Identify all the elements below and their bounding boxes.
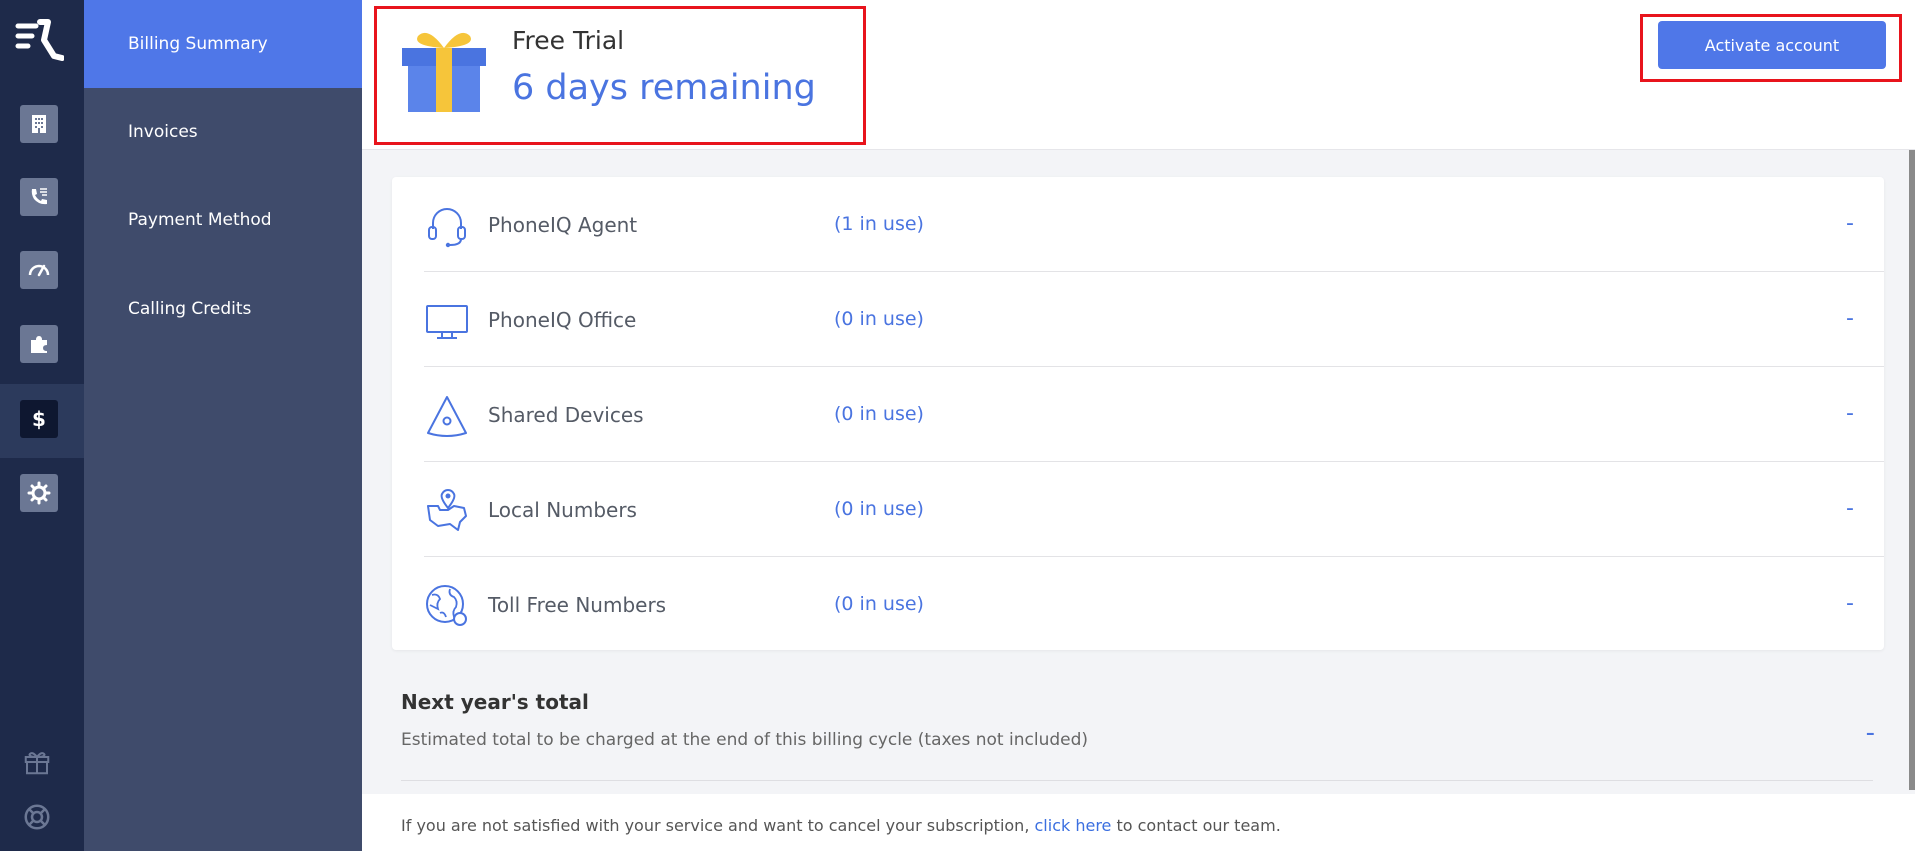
product-row: PhoneIQ Agent (1 in use) - [424, 177, 1884, 272]
product-price: - [1846, 211, 1854, 236]
divider [401, 780, 1873, 781]
logo-icon[interactable] [14, 18, 64, 66]
gift-box-icon [402, 32, 486, 112]
product-price: - [1846, 591, 1854, 616]
billing-subnav: Billing Summary Invoices Payment Method … [84, 0, 362, 851]
contact-team-link[interactable]: click here [1035, 816, 1112, 835]
product-row: Toll Free Numbers (0 in use) - [424, 557, 1884, 652]
subnav-item-invoices[interactable]: Invoices [84, 88, 362, 176]
product-row: Shared Devices (0 in use) - [424, 367, 1884, 462]
trial-title: Free Trial [512, 26, 625, 55]
subnav-item-payment-method[interactable]: Payment Method [84, 176, 362, 264]
product-usage: (0 in use) [834, 593, 924, 615]
product-price: - [1846, 496, 1854, 521]
total-value: - [1865, 718, 1875, 748]
total-title: Next year's total [401, 690, 589, 714]
globe-icon [426, 585, 467, 626]
product-name: PhoneIQ Office [488, 308, 637, 332]
footer-text-before: If you are not satisfied with your servi… [401, 816, 1035, 835]
product-row: PhoneIQ Office (0 in use) - [424, 272, 1884, 367]
scrollbar[interactable] [1909, 150, 1915, 790]
footer-text-after: to contact our team. [1111, 816, 1281, 835]
map-pin-icon [427, 488, 467, 531]
billing-header: Free Trial 6 days remaining Activate acc… [362, 0, 1915, 150]
dollar-icon[interactable]: $ [20, 400, 58, 438]
trial-days-remaining: 6 days remaining [512, 68, 816, 108]
products-card: PhoneIQ Agent (1 in use) - PhoneIQ Offic… [392, 177, 1884, 650]
cancel-footer: If you are not satisfied with your servi… [362, 794, 1915, 851]
svg-text:$: $ [32, 407, 46, 431]
monitor-icon [426, 305, 468, 339]
product-usage: (0 in use) [834, 498, 924, 520]
phone-list-icon[interactable] [20, 178, 58, 216]
lifebuoy-icon[interactable] [20, 800, 54, 834]
conference-phone-icon [427, 396, 467, 437]
billing-content: PhoneIQ Agent (1 in use) - PhoneIQ Offic… [362, 150, 1915, 851]
product-price: - [1846, 306, 1854, 331]
product-row: Local Numbers (0 in use) - [424, 462, 1884, 557]
gear-icon[interactable] [20, 474, 58, 512]
product-name: Toll Free Numbers [488, 593, 667, 617]
building-icon[interactable] [20, 105, 58, 143]
subnav-item-calling-credits[interactable]: Calling Credits [84, 265, 362, 353]
product-usage: (0 in use) [834, 308, 924, 330]
product-price: - [1846, 401, 1854, 426]
activate-account-button[interactable]: Activate account [1658, 21, 1886, 69]
product-usage: (1 in use) [834, 213, 924, 235]
footer-text: If you are not satisfied with your servi… [401, 816, 1281, 835]
headset-icon [428, 208, 466, 248]
product-name: PhoneIQ Agent [488, 213, 638, 237]
product-name: Local Numbers [488, 498, 637, 522]
product-name: Shared Devices [488, 403, 644, 427]
subnav-item-billing-summary[interactable]: Billing Summary [84, 0, 362, 88]
total-description: Estimated total to be charged at the end… [401, 730, 1089, 750]
speedometer-icon[interactable] [20, 251, 58, 289]
gift-icon[interactable] [20, 745, 54, 779]
product-usage: (0 in use) [834, 403, 924, 425]
puzzle-icon[interactable] [20, 325, 58, 363]
icon-rail: $ [0, 0, 84, 851]
